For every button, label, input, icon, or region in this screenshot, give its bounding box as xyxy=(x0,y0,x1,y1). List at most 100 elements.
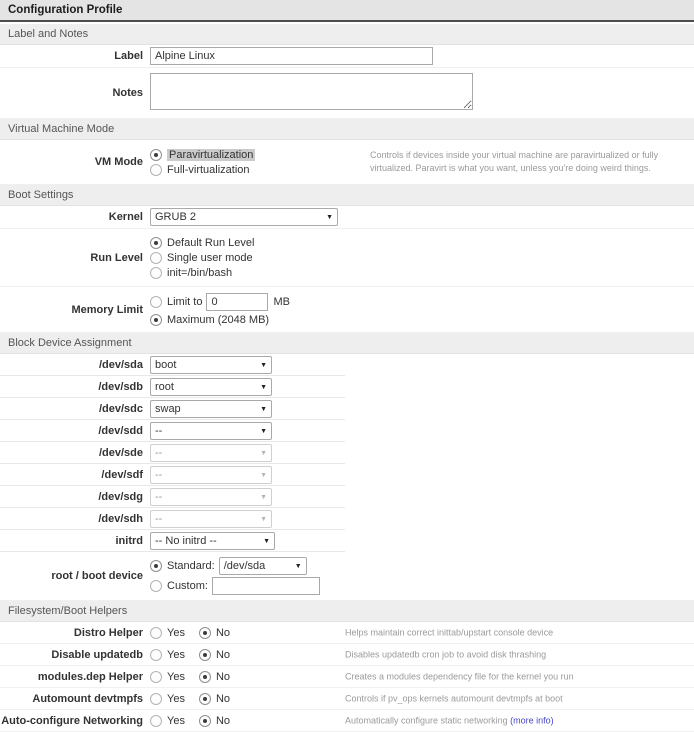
dev-sdf-select-value: -- xyxy=(155,469,162,481)
kernel-label: Kernel xyxy=(0,211,150,223)
dev-sde-select-value: -- xyxy=(155,447,162,459)
modules-dep-helper-row: modules.dep Helper Yes No Creates a modu… xyxy=(0,666,694,688)
root-boot-option-standard[interactable]: Standard: /dev/sda ▼ xyxy=(150,556,694,576)
section-block-device-assignment: Block Device Assignment xyxy=(0,333,694,354)
disable-updatedb-yes-label[interactable]: Yes xyxy=(167,649,185,661)
more-info-link[interactable]: (more info) xyxy=(510,715,554,725)
label-row: Label xyxy=(0,45,694,68)
dev-sde-select: -- ▼ xyxy=(150,444,272,462)
label-field-label: Label xyxy=(0,50,150,62)
dev-sdb-label: /dev/sdb xyxy=(0,381,150,393)
run-level-option-single-user[interactable]: Single user mode xyxy=(150,250,694,265)
disable-updatedb-no-label[interactable]: No xyxy=(216,649,230,661)
dropdown-arrow-icon: ▼ xyxy=(260,472,267,479)
paravirtualization-label[interactable]: Paravirtualization xyxy=(167,149,255,161)
dev-sda-select[interactable]: boot ▼ xyxy=(150,356,272,374)
auto-configure-networking-yes-label[interactable]: Yes xyxy=(167,715,185,727)
initrd-select-value: -- No initrd -- xyxy=(155,535,217,547)
automount-devtmpfs-yes-label[interactable]: Yes xyxy=(167,693,185,705)
distro-helper-yes-label[interactable]: Yes xyxy=(167,627,185,639)
dev-sdf-select: -- ▼ xyxy=(150,466,272,484)
initrd-label: initrd xyxy=(0,535,150,547)
distro-helper-no-radio[interactable] xyxy=(199,627,211,639)
run-level-row: Run Level Default Run Level Single user … xyxy=(0,229,694,287)
memory-limit-input[interactable] xyxy=(206,293,268,311)
root-boot-device-row: root / boot device Standard: /dev/sda ▼ … xyxy=(0,552,694,601)
device-row-sdg: /dev/sdg -- ▼ xyxy=(0,486,694,508)
default-run-level-radio[interactable] xyxy=(150,237,162,249)
full-virtualization-radio[interactable] xyxy=(150,164,162,176)
standard-device-radio[interactable] xyxy=(150,560,162,572)
memory-limit-row: Memory Limit Limit to MB Maximum (2048 M… xyxy=(0,287,694,333)
auto-configure-networking-yes-radio[interactable] xyxy=(150,715,162,727)
dev-sdf-label: /dev/sdf xyxy=(0,469,150,481)
limit-to-label[interactable]: Limit to xyxy=(167,296,202,308)
dev-sdd-select[interactable]: -- ▼ xyxy=(150,422,272,440)
custom-device-radio[interactable] xyxy=(150,580,162,592)
run-level-option-init-bash[interactable]: init=/bin/bash xyxy=(150,265,694,280)
notes-field-label: Notes xyxy=(0,87,150,99)
dropdown-arrow-icon: ▼ xyxy=(260,516,267,523)
disable-updatedb-yes-radio[interactable] xyxy=(150,649,162,661)
maximum-memory-label[interactable]: Maximum (2048 MB) xyxy=(167,314,269,326)
automount-devtmpfs-no-radio[interactable] xyxy=(199,693,211,705)
dev-sdd-label: /dev/sdd xyxy=(0,425,150,437)
kernel-select-value: GRUB 2 xyxy=(155,211,196,223)
modules-dep-help-text: Creates a modules dependency file for th… xyxy=(345,670,690,683)
dev-sdg-label: /dev/sdg xyxy=(0,491,150,503)
automount-devtmpfs-no-label[interactable]: No xyxy=(216,693,230,705)
dropdown-arrow-icon: ▼ xyxy=(260,428,267,435)
standard-device-select[interactable]: /dev/sda ▼ xyxy=(219,557,307,575)
maximum-memory-radio[interactable] xyxy=(150,314,162,326)
device-row-sdd: /dev/sdd -- ▼ xyxy=(0,420,694,442)
distro-helper-help-text: Helps maintain correct inittab/upstart c… xyxy=(345,626,690,639)
distro-helper-no-label[interactable]: No xyxy=(216,627,230,639)
run-level-option-default[interactable]: Default Run Level xyxy=(150,235,694,250)
root-boot-option-custom[interactable]: Custom: xyxy=(150,576,694,596)
modules-dep-no-label[interactable]: No xyxy=(216,671,230,683)
full-virtualization-label[interactable]: Full-virtualization xyxy=(167,164,250,176)
single-user-mode-radio[interactable] xyxy=(150,252,162,264)
modules-dep-no-radio[interactable] xyxy=(199,671,211,683)
dev-sdb-select-value: root xyxy=(155,381,174,393)
automount-devtmpfs-row: Automount devtmpfs Yes No Controls if pv… xyxy=(0,688,694,710)
notes-textarea[interactable] xyxy=(150,73,473,110)
custom-device-input[interactable] xyxy=(212,577,320,595)
kernel-row: Kernel GRUB 2 ▼ xyxy=(0,206,694,229)
disable-updatedb-label: Disable updatedb xyxy=(0,649,150,661)
auto-configure-networking-no-radio[interactable] xyxy=(199,715,211,727)
dev-sdh-select-value: -- xyxy=(155,513,162,525)
init-bin-bash-label[interactable]: init=/bin/bash xyxy=(167,267,232,279)
distro-helper-yes-radio[interactable] xyxy=(150,627,162,639)
root-boot-device-label: root / boot device xyxy=(0,570,150,582)
paravirtualization-radio[interactable] xyxy=(150,149,162,161)
device-row-sdb: /dev/sdb root ▼ xyxy=(0,376,694,398)
kernel-select[interactable]: GRUB 2 ▼ xyxy=(150,208,338,226)
disable-updatedb-no-radio[interactable] xyxy=(199,649,211,661)
dropdown-arrow-icon: ▼ xyxy=(295,563,302,570)
custom-device-label[interactable]: Custom: xyxy=(167,580,208,592)
automount-devtmpfs-label: Automount devtmpfs xyxy=(0,693,150,705)
memory-limit-option-maximum[interactable]: Maximum (2048 MB) xyxy=(150,312,694,327)
dropdown-arrow-icon: ▼ xyxy=(260,450,267,457)
automount-devtmpfs-yes-radio[interactable] xyxy=(150,693,162,705)
auto-configure-networking-no-label[interactable]: No xyxy=(216,715,230,727)
limit-to-radio[interactable] xyxy=(150,296,162,308)
single-user-mode-label[interactable]: Single user mode xyxy=(167,252,253,264)
memory-limit-option-limit-to[interactable]: Limit to MB xyxy=(150,292,694,312)
label-input[interactable] xyxy=(150,47,433,65)
dropdown-arrow-icon: ▼ xyxy=(260,494,267,501)
standard-device-label[interactable]: Standard: xyxy=(167,560,215,572)
modules-dep-yes-label[interactable]: Yes xyxy=(167,671,185,683)
dev-sdc-select-value: swap xyxy=(155,403,181,415)
init-bin-bash-radio[interactable] xyxy=(150,267,162,279)
device-row-sdc: /dev/sdc swap ▼ xyxy=(0,398,694,420)
dev-sdb-select[interactable]: root ▼ xyxy=(150,378,272,396)
modules-dep-yes-radio[interactable] xyxy=(150,671,162,683)
initrd-select[interactable]: -- No initrd -- ▼ xyxy=(150,532,275,550)
dropdown-arrow-icon: ▼ xyxy=(326,214,333,221)
dev-sdc-select[interactable]: swap ▼ xyxy=(150,400,272,418)
default-run-level-label[interactable]: Default Run Level xyxy=(167,237,254,249)
vm-mode-help-text: Controls if devices inside your virtual … xyxy=(370,149,692,175)
initrd-row: initrd -- No initrd -- ▼ xyxy=(0,530,694,552)
